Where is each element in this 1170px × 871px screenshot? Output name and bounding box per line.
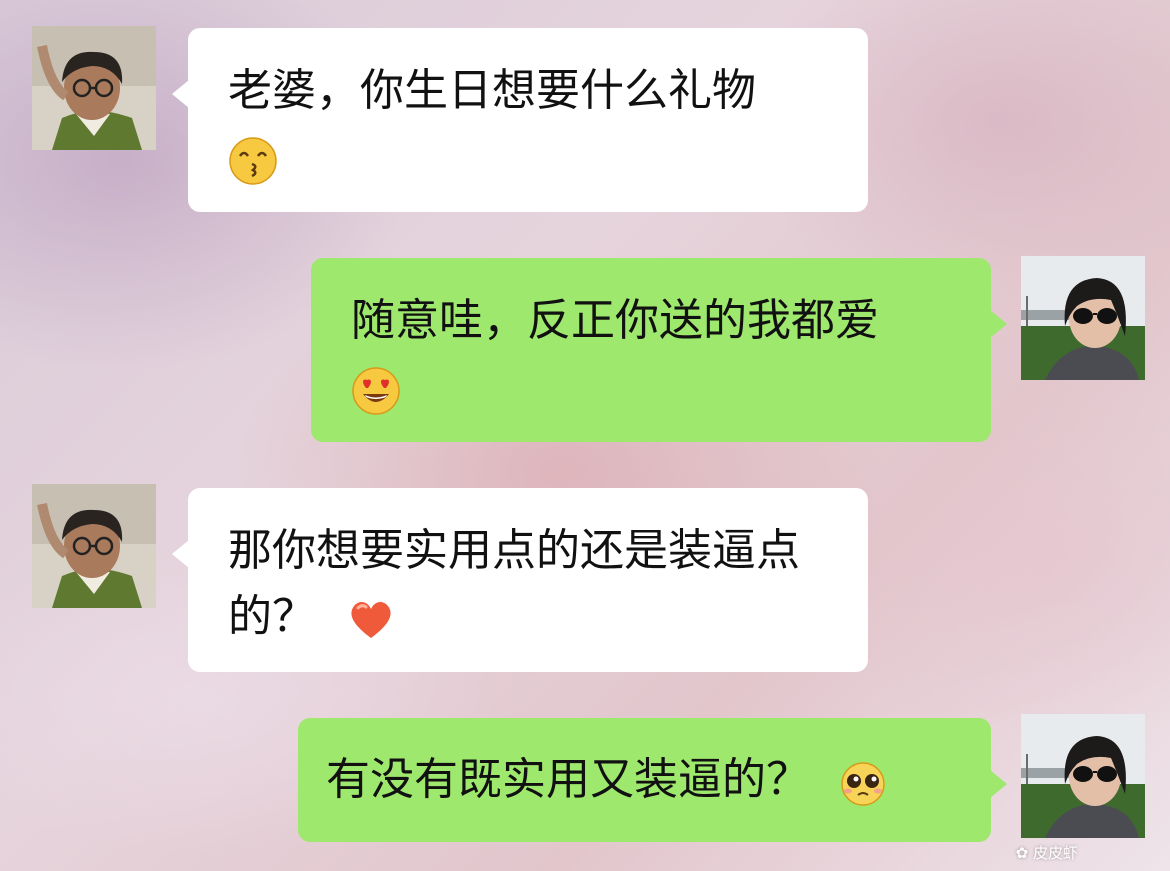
husband-avatar[interactable] — [32, 484, 156, 608]
pleading-face-icon — [838, 757, 888, 807]
message-bubble[interactable]: 随意哇，反正你送的我都爱 — [311, 258, 1007, 442]
message-bubble[interactable]: 那你想要实用点的还是装逼点的？ — [172, 488, 868, 672]
bubble-tail — [172, 80, 189, 108]
orange-heart-icon — [346, 594, 396, 644]
kissing-face-icon — [228, 136, 278, 186]
message-text: 有没有既实用又装逼的？ — [326, 754, 810, 805]
paw-icon: ✿ — [1015, 844, 1029, 862]
watermark: ✿ 皮皮虾 — [1016, 842, 1078, 863]
message-bubble[interactable]: 有没有既实用又装逼的？ — [298, 718, 1007, 842]
heart-eyes-face-icon — [351, 366, 401, 416]
message-bubble[interactable]: 老婆，你生日想要什么礼物 — [172, 28, 868, 212]
message-text: 随意哇，反正你送的我都爱 — [351, 295, 879, 346]
bubble-tail — [990, 310, 1007, 338]
bubble-tail — [990, 770, 1007, 798]
message-text: 那你想要实用点的还是装逼点的？ — [228, 525, 800, 642]
bubble-tail — [172, 540, 189, 568]
wife-avatar[interactable] — [1021, 714, 1145, 838]
message-text: 老婆，你生日想要什么礼物 — [228, 65, 756, 116]
wife-avatar[interactable] — [1021, 256, 1145, 380]
watermark-text: 皮皮虾 — [1032, 844, 1078, 862]
husband-avatar[interactable] — [32, 26, 156, 150]
